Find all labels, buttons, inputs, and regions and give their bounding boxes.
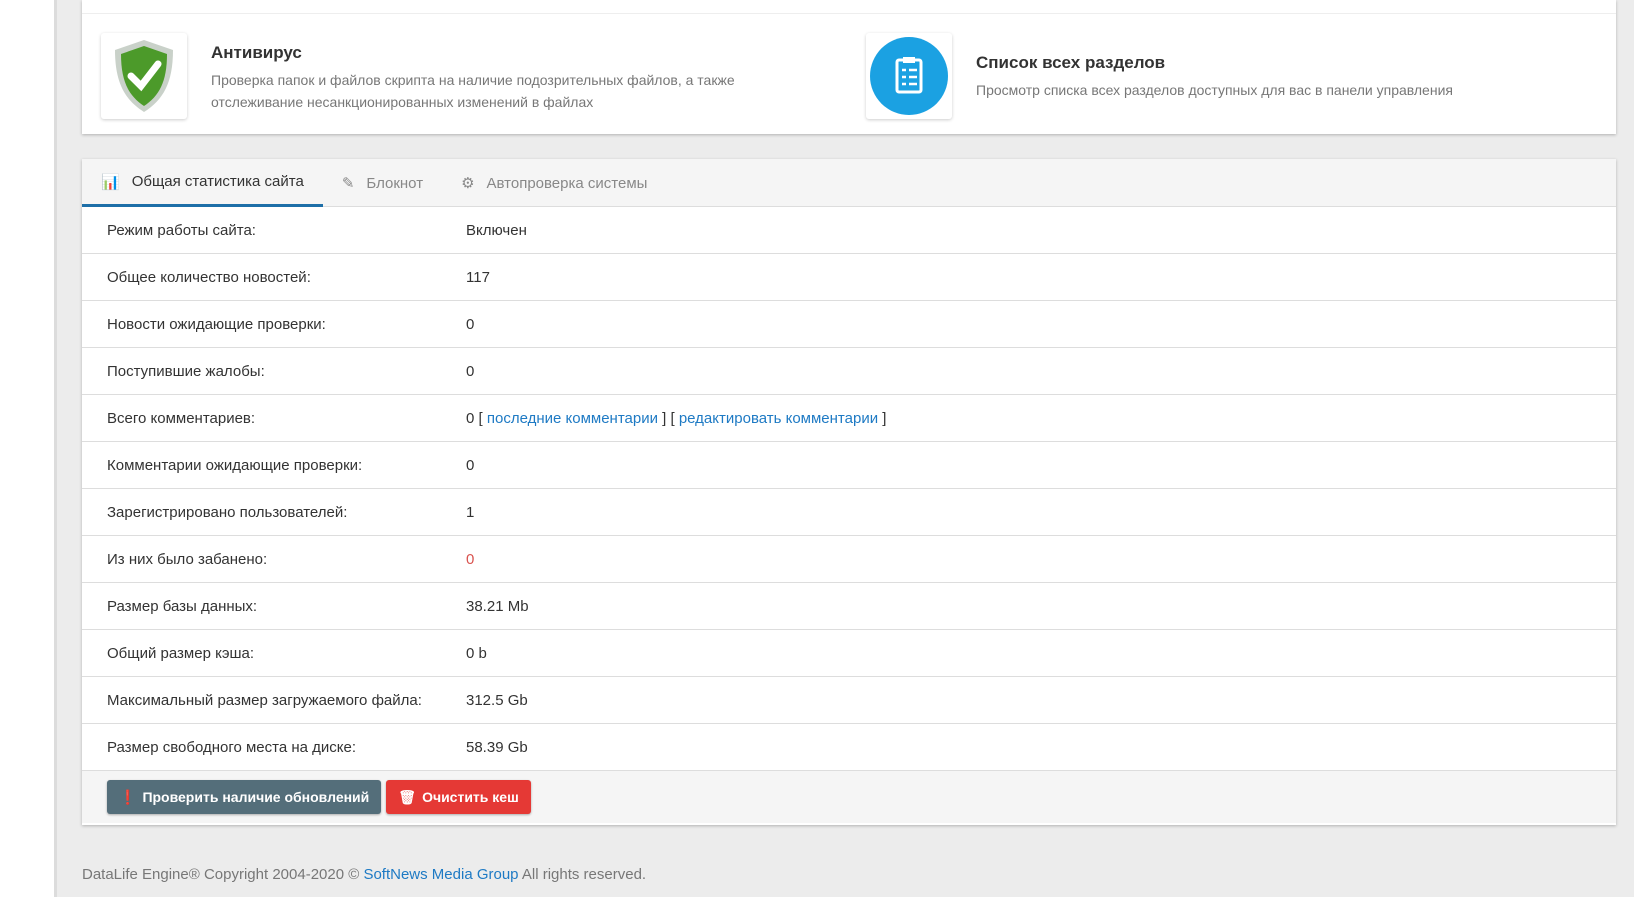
stat-label: Новости ожидающие проверки: bbox=[107, 315, 326, 333]
bracket: ] [ bbox=[657, 409, 679, 427]
tab-site-stats[interactable]: 📊 Общая статистика сайта bbox=[82, 159, 323, 207]
stat-row: Поступившие жалобы: 0 bbox=[82, 348, 1616, 395]
stat-row: Размер свободного места на диске: 58.39 G… bbox=[82, 724, 1616, 771]
tab-autocheck[interactable]: ⚙ Автопроверка системы bbox=[442, 159, 666, 207]
bracket: [ bbox=[474, 409, 487, 427]
stat-row: Зарегистрировано пользователей: 1 bbox=[82, 489, 1616, 536]
stat-value: 0 b bbox=[466, 644, 487, 662]
stat-value: 0 bbox=[466, 550, 475, 568]
stat-row: Общий размер кэша: 0 b bbox=[82, 630, 1616, 677]
button-label: Проверить наличие обновлений bbox=[142, 789, 370, 805]
bar-chart-icon: 📊 bbox=[101, 173, 120, 191]
stat-row: Общее количество новостей: 117 bbox=[82, 254, 1616, 301]
softnews-link[interactable]: SoftNews Media Group bbox=[363, 866, 518, 883]
feature-title: Список всех разделов bbox=[976, 53, 1166, 72]
stat-value: 38.21 Mb bbox=[466, 597, 529, 615]
stat-value: 1 bbox=[466, 503, 475, 521]
button-label: Очистить кеш bbox=[422, 789, 519, 805]
stat-row: Максимальный размер загружаемого файла: 3… bbox=[82, 677, 1616, 724]
stat-value: 0 bbox=[466, 315, 475, 333]
stat-label: Из них было забанено: bbox=[107, 550, 268, 568]
stat-row: Новости ожидающие проверки: 0 bbox=[82, 301, 1616, 348]
tab-label: Автопроверка системы bbox=[486, 174, 648, 192]
stat-label: Размер свободного места на диске: bbox=[107, 738, 357, 756]
edit-icon: ✎ bbox=[341, 175, 355, 192]
latest-comments-link[interactable]: последние комментарии bbox=[487, 410, 658, 427]
stat-value: Включен bbox=[466, 221, 527, 239]
stat-value: 0 bbox=[466, 362, 475, 380]
tab-label: Блокнот bbox=[366, 174, 424, 192]
clipboard-list-icon bbox=[866, 33, 952, 119]
stat-row: Всего комментариев: 0 [ последние коммент… bbox=[82, 395, 1616, 442]
stat-value: 0 bbox=[466, 456, 475, 474]
stat-label: Комментарии ожидающие проверки: bbox=[107, 456, 363, 474]
gear-icon: ⚙ bbox=[461, 175, 475, 192]
sidebar bbox=[0, 0, 57, 897]
feature-desc: Проверка папок и файлов скрипта на налич… bbox=[211, 72, 735, 88]
stat-label: Всего комментариев: bbox=[107, 409, 256, 427]
trash-icon: 🗑 bbox=[398, 788, 417, 805]
clear-cache-button[interactable]: 🗑 Очистить кеш bbox=[386, 780, 531, 814]
stat-row: Режим работы сайта: Включен bbox=[82, 207, 1616, 254]
stat-label: Максимальный размер загружаемого файла: bbox=[107, 691, 422, 709]
stat-label: Размер базы данных: bbox=[107, 597, 258, 615]
stat-label: Общий размер кэша: bbox=[107, 644, 255, 662]
antivirus-feature[interactable]: Антивирус Проверка папок и файлов скрипт… bbox=[101, 33, 735, 119]
feature-desc: отслеживание несанкционированных изменен… bbox=[211, 94, 594, 110]
copyright: DataLife Engine® Copyright 2004-2020 © S… bbox=[82, 866, 646, 883]
stat-row: Комментарии ожидающие проверки: 0 bbox=[82, 442, 1616, 489]
edit-comments-link[interactable]: редактировать комментарии bbox=[679, 410, 878, 427]
feature-desc: Просмотр списка всех разделов доступных … bbox=[976, 82, 1453, 98]
stat-label: Поступившие жалобы: bbox=[107, 362, 265, 380]
stat-label: Общее количество новостей: bbox=[107, 268, 311, 286]
stats-panel: 📊 Общая статистика сайта ✎ Блокнот ⚙ Автопр… bbox=[82, 159, 1616, 825]
stat-value: 58.39 Gb bbox=[466, 738, 528, 756]
exclamation-circle-icon: ❗ bbox=[119, 788, 137, 805]
tab-bar: 📊 Общая статистика сайта ✎ Блокнот ⚙ Автопр… bbox=[82, 159, 1616, 207]
shield-check-icon bbox=[101, 33, 187, 119]
features-panel: Антивирус Проверка папок и файлов скрипт… bbox=[82, 0, 1616, 134]
stat-label: Режим работы сайта: bbox=[107, 221, 256, 239]
tab-label: Общая статистика сайта bbox=[131, 173, 304, 190]
stat-row: Из них было забанено: 0 bbox=[82, 536, 1616, 583]
sections-list-feature[interactable]: Список всех разделов Просмотр списка все… bbox=[866, 33, 1453, 119]
bracket: ] bbox=[878, 409, 887, 427]
copyright-text: DataLife Engine® Copyright 2004-2020 © bbox=[82, 866, 364, 883]
stat-value: 312.5 Gb bbox=[466, 691, 528, 709]
tab-notepad[interactable]: ✎ Блокнот bbox=[323, 159, 442, 207]
stat-value: 117 bbox=[466, 268, 490, 286]
copyright-text: All rights reserved. bbox=[518, 866, 647, 883]
feature-title: Антивирус bbox=[211, 43, 302, 62]
check-updates-button[interactable]: ❗ Проверить наличие обновлений bbox=[107, 780, 382, 814]
stat-label: Зарегистрировано пользователей: bbox=[107, 503, 348, 521]
stat-row: Размер базы данных: 38.21 Mb bbox=[82, 583, 1616, 630]
